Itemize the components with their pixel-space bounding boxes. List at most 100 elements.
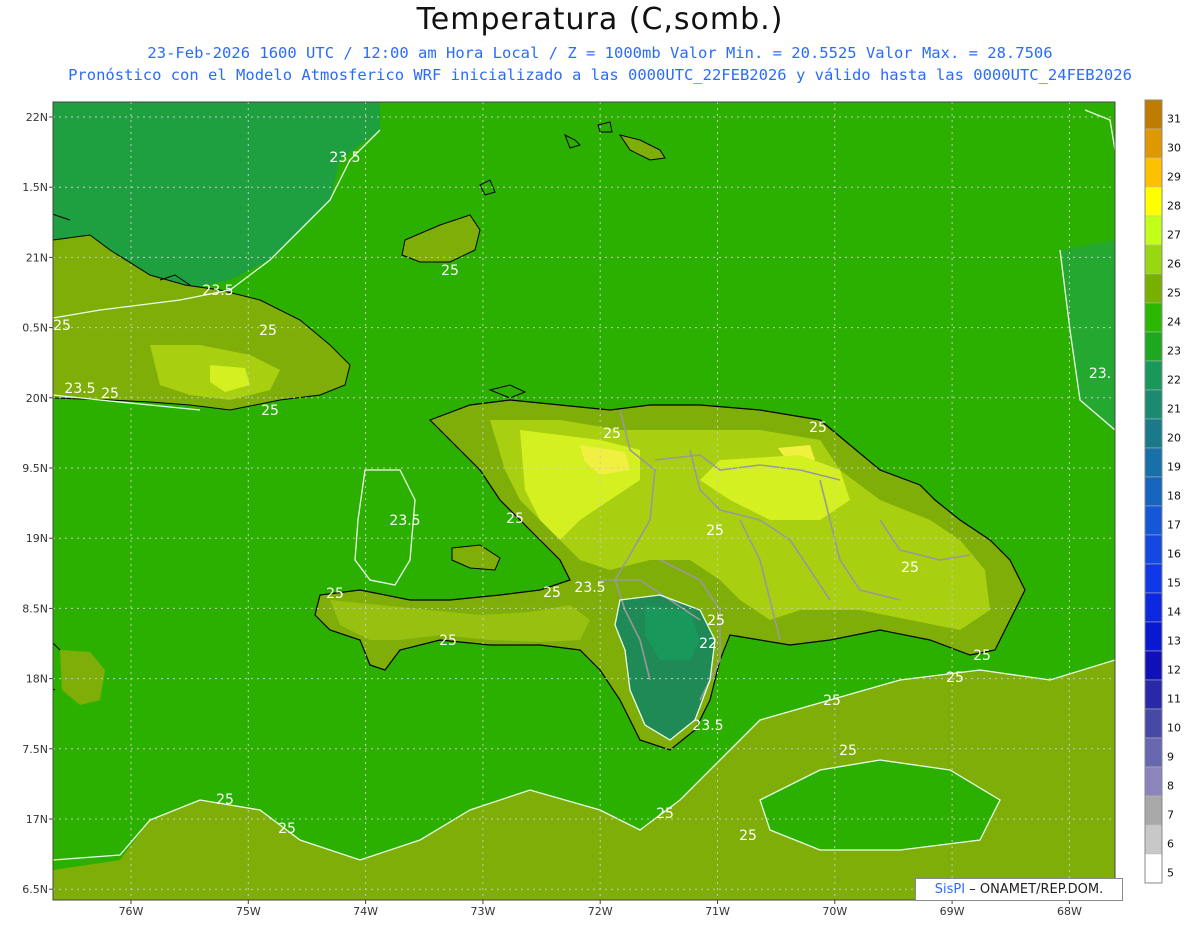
lat-tick-label: 18N	[26, 673, 48, 686]
contour-label: 25	[656, 806, 674, 822]
contour-label: 25	[946, 670, 964, 686]
contour-label: 25	[278, 821, 296, 837]
lon-tick-label: 68W	[1057, 905, 1082, 918]
colorbar-swatch	[1144, 418, 1163, 449]
lon-tick-label: 70W	[822, 905, 847, 918]
colorbar-label: 28	[1167, 200, 1181, 213]
lat-tick-label: 21N	[26, 251, 48, 264]
colorbar-swatch	[1144, 360, 1163, 391]
longitude-labels: 76W 75W 74W 73W 72W 71W 70W 69W 68W	[119, 900, 1082, 918]
colorbar-label: 26	[1167, 258, 1181, 271]
colorbar-label: 5	[1167, 867, 1174, 880]
colorbar-swatch	[1144, 853, 1163, 884]
temperature-map: 22N 1.5N 21N 0.5N 20N 9.5N 19N 8.5N 18N 7.5N 17N 6.…	[22, 99, 1181, 918]
lon-tick-label: 75W	[236, 905, 261, 918]
colorbar-label: 27	[1167, 229, 1181, 242]
lon-tick-label: 69W	[940, 905, 965, 918]
contour-label: 23.	[1089, 366, 1111, 382]
lat-tick-label: 6.5N	[22, 883, 48, 896]
lat-tick-label: 19N	[26, 532, 48, 545]
colorbar-swatch	[1144, 128, 1163, 159]
credit-box: SisPI – ONAMET/REP.DOM.	[915, 878, 1123, 901]
contour-label: 23.5	[329, 150, 360, 166]
colorbar-label: 9	[1167, 751, 1174, 764]
colorbar-swatch	[1144, 244, 1163, 275]
colorbar-swatch	[1144, 766, 1163, 797]
colorbar-label: 12	[1167, 664, 1181, 677]
contour-label: 25	[739, 828, 757, 844]
contour-label: 23.5	[389, 513, 420, 529]
lat-tick-label: 7.5N	[22, 743, 48, 756]
contour-label: 25	[216, 792, 234, 808]
colorbar-swatch	[1144, 186, 1163, 217]
contour-label: 22	[699, 636, 717, 652]
colorbar-label: 22	[1167, 374, 1181, 387]
contour-label: 23.5	[692, 718, 723, 734]
lon-tick-label: 72W	[588, 905, 613, 918]
colorbar-swatch	[1144, 476, 1163, 507]
colorbar-label: 10	[1167, 722, 1181, 735]
colorbar-swatch	[1144, 795, 1163, 826]
contour-label: 25	[101, 386, 119, 402]
colorbar-label: 15	[1167, 577, 1181, 590]
colorbar-swatch	[1144, 215, 1163, 246]
colorbar-swatch	[1144, 505, 1163, 536]
colorbar-swatch	[1144, 708, 1163, 739]
colorbar-swatch	[1144, 389, 1163, 420]
colorbar-swatch	[1144, 273, 1163, 304]
colorbar-label: 13	[1167, 635, 1181, 648]
credit-brand: SisPI	[934, 882, 966, 897]
colorbar-swatch	[1144, 824, 1163, 855]
colorbar-swatch	[1144, 679, 1163, 710]
colorbar-label: 21	[1167, 403, 1181, 416]
colorbar-label: 31	[1167, 113, 1181, 126]
latitude-labels: 22N 1.5N 21N 0.5N 20N 9.5N 19N 8.5N 18N 7.5N 17N 6.…	[22, 111, 53, 896]
colorbar-swatch	[1144, 534, 1163, 565]
colorbar-label: 11	[1167, 693, 1181, 706]
lon-tick-label: 74W	[353, 905, 378, 918]
contour-label: 25	[543, 585, 561, 601]
lat-tick-label: 9.5N	[22, 462, 48, 475]
contour-label: 23.5	[64, 381, 95, 397]
contour-label: 25	[839, 743, 857, 759]
colorbar-label: 18	[1167, 490, 1181, 503]
colorbar-swatch	[1144, 592, 1163, 623]
contour-label: 25	[441, 263, 459, 279]
lat-tick-label: 1.5N	[22, 181, 48, 194]
colorbar-swatch	[1144, 331, 1163, 362]
contour-label: 25	[823, 693, 841, 709]
colorbar-swatch	[1144, 650, 1163, 681]
colorbar-swatch	[1144, 99, 1163, 130]
colorbar-label: 8	[1167, 780, 1174, 793]
lat-tick-label: 22N	[26, 111, 48, 124]
colorbar-label: 14	[1167, 606, 1181, 619]
contour-label: 25	[706, 523, 724, 539]
colorbar-label: 16	[1167, 548, 1181, 561]
contour-label: 25	[326, 586, 344, 602]
credit-text: – ONAMET/REP.DOM.	[965, 882, 1104, 897]
colorbar-swatch	[1144, 447, 1163, 478]
colorbar: 31 30 29 28 27 26 25 24 23 22 21 20 19 18 17 16 15 14 13 12…	[1144, 99, 1181, 884]
colorbar-swatch	[1144, 157, 1163, 188]
colorbar-label: 6	[1167, 838, 1174, 851]
lon-tick-label: 73W	[470, 905, 495, 918]
lon-tick-label: 71W	[705, 905, 730, 918]
lon-tick-label: 76W	[119, 905, 144, 918]
colorbar-label: 7	[1167, 809, 1174, 822]
lat-tick-label: 0.5N	[22, 322, 48, 335]
lat-tick-label: 20N	[26, 392, 48, 405]
colorbar-label: 19	[1167, 461, 1181, 474]
contour-label: 23.5	[202, 283, 233, 299]
contour-label: 25	[261, 403, 279, 419]
lat-tick-label: 8.5N	[22, 602, 48, 615]
contour-label: 25	[603, 426, 621, 442]
contour-label: 25	[439, 633, 457, 649]
contour-label: 25	[506, 511, 524, 527]
colorbar-label: 23	[1167, 345, 1181, 358]
contour-label: 25	[53, 318, 71, 334]
colorbar-swatch	[1144, 621, 1163, 652]
lat-tick-label: 17N	[26, 813, 48, 826]
colorbar-label: 29	[1167, 171, 1181, 184]
contour-label: 25	[973, 648, 991, 664]
colorbar-label: 17	[1167, 519, 1181, 532]
